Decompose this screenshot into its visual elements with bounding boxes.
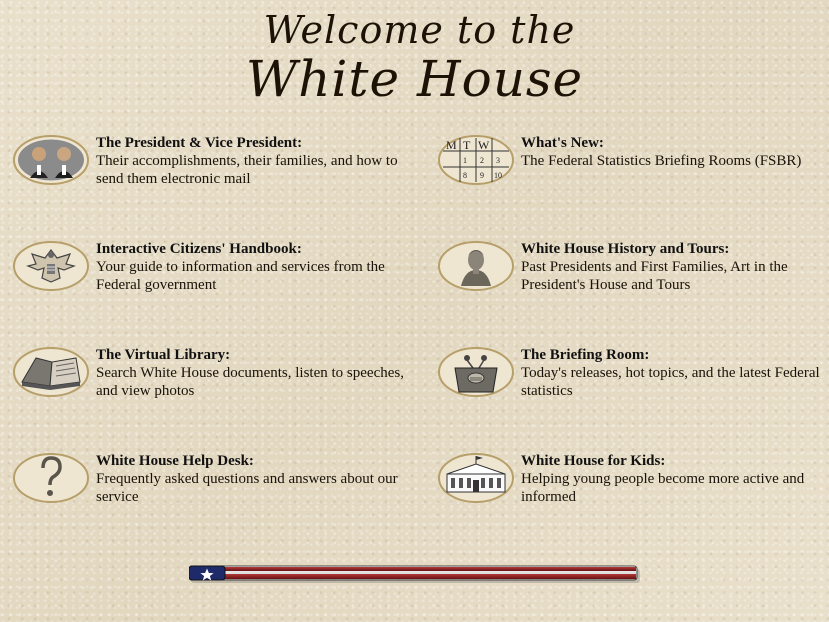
item-title[interactable]: White House for Kids: xyxy=(521,452,829,470)
item-description: The Federal Statistics Briefing Rooms (F… xyxy=(521,153,802,169)
calendar-date-3: 3 xyxy=(496,156,500,165)
link-president-vp[interactable]: The President & Vice President: Their ac… xyxy=(12,134,427,204)
podium-icon[interactable] xyxy=(437,346,515,398)
eagle-seal-icon[interactable] xyxy=(12,240,90,292)
calendar-date-1: 1 xyxy=(463,156,467,165)
item-title[interactable]: The Briefing Room: xyxy=(521,346,829,364)
link-citizens-handbook[interactable]: Interactive Citizens' Handbook: Your gui… xyxy=(12,240,427,310)
item-description: Their accomplishments, their families, a… xyxy=(96,153,398,187)
white-house-sketch-icon[interactable] xyxy=(437,452,515,504)
item-title[interactable]: White House History and Tours: xyxy=(521,240,829,258)
calendar-date-10: 10 xyxy=(494,171,502,180)
calendar-date-8: 8 xyxy=(463,171,467,180)
calendar-date-9: 9 xyxy=(480,171,484,180)
item-title[interactable]: What's New: xyxy=(521,134,829,152)
page-header: Welcome to the White House xyxy=(0,8,829,106)
link-briefing-room[interactable]: The Briefing Room: Today's releases, hot… xyxy=(437,346,829,416)
item-description: Past Presidents and First Families, Art … xyxy=(521,259,788,293)
item-title[interactable]: White House Help Desk: xyxy=(96,452,428,470)
item-title[interactable]: The President & Vice President: xyxy=(96,134,428,152)
link-kids[interactable]: White House for Kids: Helping young peop… xyxy=(437,452,829,522)
header-white-house-text: White House xyxy=(245,50,584,108)
calendar-day-m: M xyxy=(446,138,457,152)
link-virtual-library[interactable]: The Virtual Library: Search White House … xyxy=(12,346,427,416)
item-title[interactable]: The Virtual Library: xyxy=(96,346,428,364)
item-description: Your guide to information and services f… xyxy=(96,259,385,293)
link-help-desk[interactable]: White House Help Desk: Frequently asked … xyxy=(12,452,427,522)
item-description: Search White House documents, listen to … xyxy=(96,365,404,399)
flag-divider-bar xyxy=(188,565,640,583)
item-title[interactable]: Interactive Citizens' Handbook: xyxy=(96,240,428,258)
calendar-day-w: W xyxy=(478,138,490,152)
link-history-tours[interactable]: White House History and Tours: Past Pres… xyxy=(437,240,829,310)
item-description: Today's releases, hot topics, and the la… xyxy=(521,365,820,399)
header-welcome-text: Welcome to the xyxy=(263,8,576,52)
washington-bust-icon[interactable] xyxy=(437,240,515,292)
president-vp-portrait-icon[interactable] xyxy=(12,134,90,186)
question-mark-icon[interactable] xyxy=(12,452,90,504)
item-description: Helping young people become more active … xyxy=(521,471,805,505)
calendar-icon[interactable]: M T W 1 2 3 8 9 10 xyxy=(437,134,515,186)
link-whats-new[interactable]: M T W 1 2 3 8 9 10 What's New: The Feder… xyxy=(437,134,829,204)
calendar-date-2: 2 xyxy=(480,156,484,165)
item-description: Frequently asked questions and answers a… xyxy=(96,471,398,505)
open-book-icon[interactable] xyxy=(12,346,90,398)
calendar-day-t: T xyxy=(463,138,471,152)
